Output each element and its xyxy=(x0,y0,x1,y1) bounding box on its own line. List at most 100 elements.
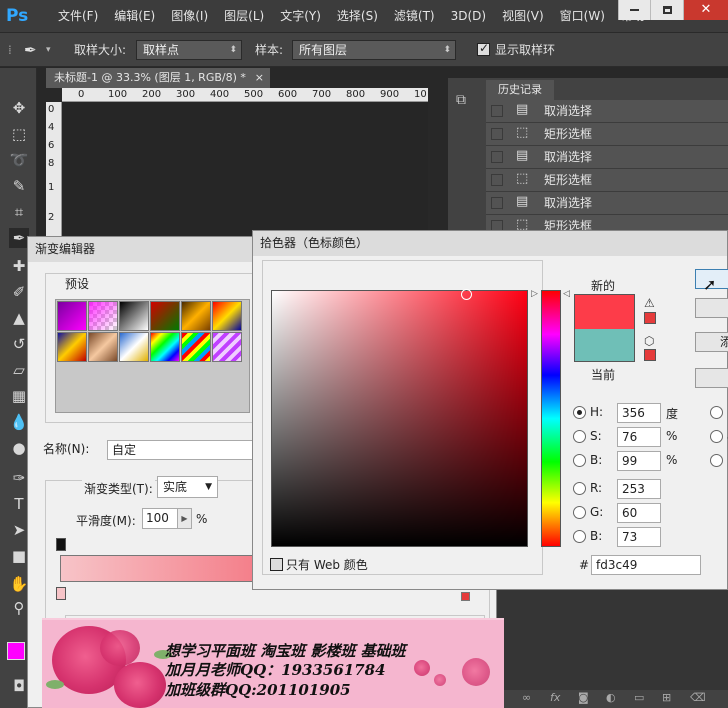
crop-tool-icon[interactable]: ⌗ xyxy=(9,202,29,222)
foreground-color-swatch[interactable] xyxy=(7,642,25,660)
web-safe-swatch[interactable] xyxy=(644,349,656,361)
quick-select-tool-icon[interactable]: ✎ xyxy=(9,176,29,196)
preset-swatch[interactable] xyxy=(57,332,87,362)
hue-slider-arrow-icon[interactable]: ◁ xyxy=(563,289,570,299)
hue-radio[interactable] xyxy=(573,406,586,419)
tool-preset-chevron-icon[interactable]: ▾ xyxy=(46,33,51,67)
hue-slider[interactable] xyxy=(541,290,561,547)
menu-filter[interactable]: 滤镜(T) xyxy=(386,0,443,33)
color-field[interactable] xyxy=(271,290,528,547)
sample-select[interactable]: 所有图层 ⬍ xyxy=(292,40,456,60)
gamut-warning-icon[interactable]: ⚠ xyxy=(644,296,655,310)
new-layer-icon[interactable]: ⊞ xyxy=(662,691,671,704)
preset-swatch[interactable] xyxy=(88,301,118,331)
close-window-button[interactable]: ✕ xyxy=(682,0,728,20)
snapshot-checkbox[interactable] xyxy=(491,128,503,140)
lasso-tool-icon[interactable]: ➰ xyxy=(9,150,29,170)
lab-a-radio[interactable] xyxy=(710,430,723,443)
type-tool-icon[interactable]: T xyxy=(9,494,29,514)
web-safe-cube-icon[interactable]: ⬡ xyxy=(644,334,654,348)
history-brush-tool-icon[interactable]: ↺ xyxy=(9,334,29,354)
snapshot-checkbox[interactable] xyxy=(491,105,503,117)
blur-tool-icon[interactable]: 💧 xyxy=(9,412,29,432)
history-item[interactable]: ⬚ 矩形选框 xyxy=(486,123,728,146)
menu-image[interactable]: 图像(I) xyxy=(163,0,216,33)
eyedropper-tool-icon[interactable]: ✒ xyxy=(24,33,37,67)
history-item[interactable]: ⬚ 矩形选框 xyxy=(486,169,728,192)
rectangle-tool-icon[interactable]: ■ xyxy=(9,546,29,566)
adjustment-icon[interactable]: ◐ xyxy=(606,691,616,704)
brightness-radio[interactable] xyxy=(573,454,586,467)
brightness-input[interactable]: 99 xyxy=(617,451,661,471)
opacity-stop[interactable] xyxy=(56,538,66,551)
clone-stamp-tool-icon[interactable]: ▲ xyxy=(9,308,29,328)
menu-3d[interactable]: 3D(D) xyxy=(443,0,494,33)
close-tab-icon[interactable]: × xyxy=(255,68,264,88)
preset-swatch[interactable] xyxy=(88,332,118,362)
gradient-tool-icon[interactable]: ▦ xyxy=(9,386,29,406)
color-stop[interactable] xyxy=(461,592,470,601)
name-input[interactable]: 自定 xyxy=(107,440,257,460)
preset-swatch[interactable] xyxy=(150,332,180,362)
gamut-warning-swatch[interactable] xyxy=(644,312,656,324)
healing-brush-tool-icon[interactable]: ✚ xyxy=(9,256,29,276)
hand-tool-icon[interactable]: ✋ xyxy=(9,574,29,594)
pen-tool-icon[interactable]: ✑ xyxy=(9,468,29,488)
menu-window[interactable]: 窗口(W) xyxy=(552,0,613,33)
folder-icon[interactable]: ▭ xyxy=(634,691,644,704)
preset-swatch[interactable] xyxy=(119,301,149,331)
minimize-button[interactable] xyxy=(618,0,650,20)
preset-swatch[interactable] xyxy=(181,332,211,362)
history-item[interactable]: ▤ 取消选择 xyxy=(486,146,728,169)
chevron-right-icon[interactable]: ▶ xyxy=(177,509,191,528)
saturation-radio[interactable] xyxy=(573,430,586,443)
mask-icon[interactable]: ◙ xyxy=(578,691,589,704)
menu-file[interactable]: 文件(F) xyxy=(50,0,106,33)
preset-swatch[interactable] xyxy=(57,301,87,331)
hue-input[interactable]: 356 xyxy=(617,403,661,423)
panel-icon[interactable]: ⧉ xyxy=(456,92,466,108)
color-stop[interactable] xyxy=(56,587,66,600)
preset-swatch[interactable] xyxy=(119,332,149,362)
web-colors-only-checkbox[interactable] xyxy=(270,558,283,571)
saturation-input[interactable]: 76 xyxy=(617,427,661,447)
trash-icon[interactable]: ⌫ xyxy=(690,691,706,704)
quick-mask-icon[interactable]: ◘ xyxy=(9,676,29,696)
lab-b-radio[interactable] xyxy=(710,454,723,467)
maximize-button[interactable] xyxy=(650,0,682,20)
brush-tool-icon[interactable]: ✐ xyxy=(9,282,29,302)
smoothness-input[interactable]: 100 ▶ xyxy=(142,508,192,529)
blue-radio[interactable] xyxy=(573,530,586,543)
menu-view[interactable]: 视图(V) xyxy=(494,0,552,33)
color-libraries-button[interactable] xyxy=(695,368,728,388)
snapshot-checkbox[interactable] xyxy=(491,174,503,186)
cancel-button[interactable] xyxy=(695,298,728,318)
dodge-tool-icon[interactable]: ● xyxy=(9,438,29,458)
eraser-tool-icon[interactable]: ▱ xyxy=(9,360,29,380)
red-radio[interactable] xyxy=(573,482,586,495)
history-item[interactable]: ▤ 取消选择 xyxy=(486,192,728,215)
history-panel-tab[interactable]: 历史记录 xyxy=(486,80,554,100)
link-icon[interactable]: ∞ xyxy=(522,691,531,704)
preset-swatch[interactable] xyxy=(181,301,211,331)
preset-swatch[interactable] xyxy=(150,301,180,331)
preset-swatch[interactable] xyxy=(212,301,242,331)
current-color-swatch[interactable] xyxy=(574,329,635,362)
move-tool-icon[interactable]: ✥ xyxy=(9,98,29,118)
zoom-tool-icon[interactable]: ⚲ xyxy=(9,598,29,618)
lab-l-radio[interactable] xyxy=(710,406,723,419)
green-input[interactable]: 60 xyxy=(617,503,661,523)
preset-swatch[interactable] xyxy=(212,332,242,362)
history-item[interactable]: ▤ 取消选择 xyxy=(486,100,728,123)
menu-select[interactable]: 选择(S) xyxy=(329,0,386,33)
document-tab[interactable]: 未标题-1 @ 33.3% (图层 1, RGB/8) * × xyxy=(46,68,270,88)
hue-slider-arrow-icon[interactable]: ▷ xyxy=(531,289,538,299)
marquee-tool-icon[interactable]: ⬚ xyxy=(9,124,29,144)
blue-input[interactable]: 73 xyxy=(617,527,661,547)
snapshot-checkbox[interactable] xyxy=(491,151,503,163)
hex-input[interactable]: fd3c49 xyxy=(591,555,701,575)
fx-icon[interactable]: fx xyxy=(550,691,560,704)
gradient-type-select[interactable]: 实底 ▼ xyxy=(157,476,218,498)
menu-edit[interactable]: 编辑(E) xyxy=(106,0,163,33)
path-select-tool-icon[interactable]: ➤ xyxy=(9,520,29,540)
